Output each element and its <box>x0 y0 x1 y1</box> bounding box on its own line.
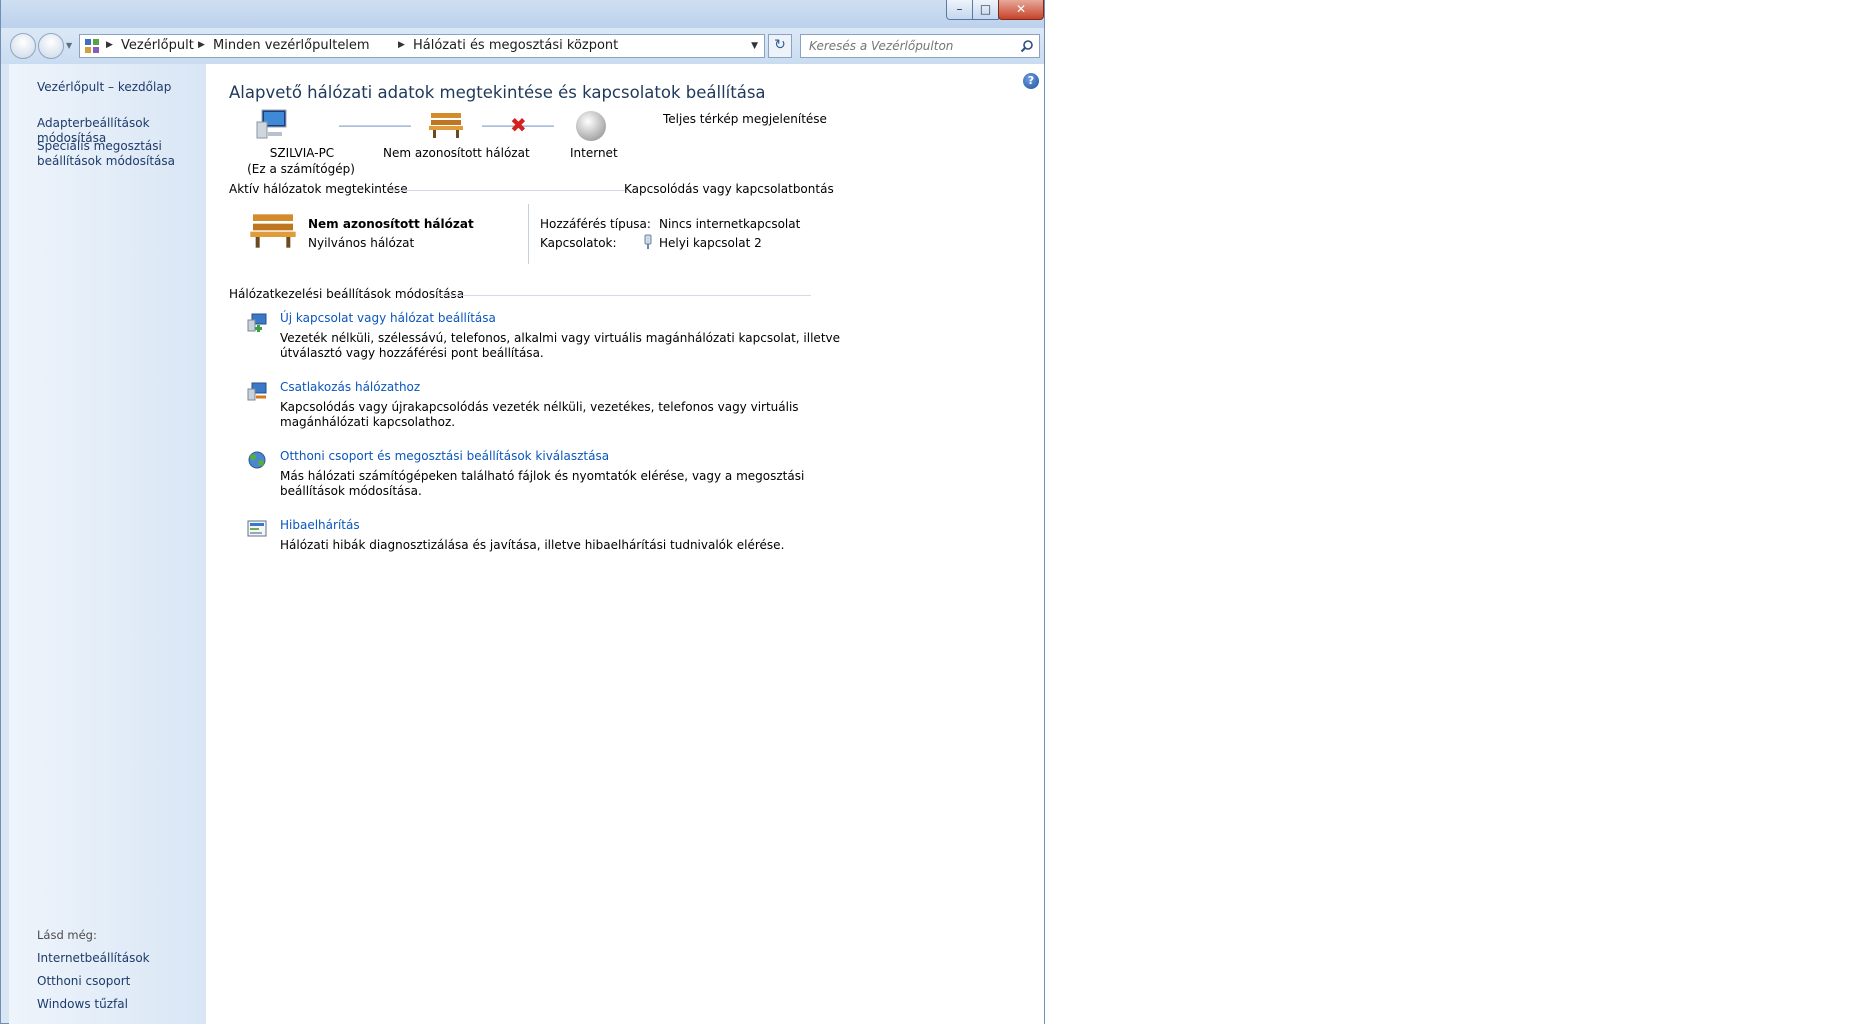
bench-icon <box>429 113 463 138</box>
breadcrumb-all-items[interactable]: Minden vezérlőpultelem <box>213 38 370 53</box>
breadcrumb-network-center[interactable]: Hálózati és megosztási központ <box>413 38 618 53</box>
sidebar-link-internet-options[interactable]: Internetbeállítások <box>37 951 150 966</box>
active-network-type[interactable]: Nyilvános hálózat <box>308 236 414 250</box>
internet-globe-icon <box>576 111 606 141</box>
computer-icon <box>256 109 287 139</box>
change-settings-header: Hálózatkezelési beállítások módosítása <box>229 287 465 301</box>
computer-sub: (Ez a számítógép) <box>247 162 355 176</box>
title-bar[interactable]: – □ ✕ <box>1 0 1044 28</box>
task-troubleshoot-link[interactable]: Hibaelhárítás <box>280 518 360 532</box>
troubleshoot-icon <box>247 520 267 537</box>
breadcrumb-separator-icon[interactable]: ▶ <box>198 40 205 50</box>
section-divider <box>438 295 811 296</box>
active-network-name: Nem azonosított hálózat <box>308 217 474 231</box>
sidebar-link-home[interactable]: Vezérlőpult – kezdőlap <box>37 80 171 95</box>
refresh-icon: ↻ <box>774 37 786 53</box>
main-content: ? Alapvető hálózati adatok megtekintése … <box>206 64 1044 1024</box>
close-button[interactable]: ✕ <box>998 0 1044 20</box>
back-button[interactable] <box>10 33 36 59</box>
help-button[interactable]: ? <box>1023 73 1039 89</box>
computer-name: SZILVIA-PC <box>269 146 335 160</box>
search-box[interactable] <box>800 34 1040 58</box>
ethernet-icon <box>644 234 652 249</box>
control-panel-icon <box>85 39 99 53</box>
help-icon: ? <box>1027 74 1035 87</box>
homegroup-icon <box>248 451 266 469</box>
connections-label: Kapcsolatok: <box>540 236 617 250</box>
sidebar-link-homegroup[interactable]: Otthoni csoport <box>37 974 130 989</box>
map-connection-line <box>339 125 411 127</box>
see-also-label: Lásd még: <box>37 928 97 942</box>
access-type-value: Nincs internetkapcsolat <box>659 217 801 231</box>
recent-pages-dropdown-icon[interactable]: ▼ <box>66 41 72 50</box>
refresh-button[interactable]: ↻ <box>768 34 792 58</box>
map-network-name: Nem azonosított hálózat <box>383 146 530 160</box>
task-connect-network-desc: Kapcsolódás vagy újrakapcsolódás vezeték… <box>280 400 799 429</box>
breadcrumb-separator-icon[interactable]: ▶ <box>398 40 405 50</box>
page-title: Alapvető hálózati adatok megtekintése és… <box>229 83 766 102</box>
task-homegroup-desc: Más hálózati számítógépeken található fá… <box>280 469 805 498</box>
new-connection-icon <box>247 313 267 332</box>
maximize-icon: □ <box>979 2 992 16</box>
forward-button[interactable] <box>38 33 64 59</box>
address-dropdown-icon[interactable]: ▼ <box>751 41 758 51</box>
close-icon: ✕ <box>1015 2 1027 16</box>
sidebar: Vezérlőpult – kezdőlap Adapterbeállításo… <box>9 64 206 1024</box>
active-networks-header: Aktív hálózatok megtekintése <box>229 182 408 196</box>
connect-disconnect-link[interactable]: Kapcsolódás vagy kapcsolatbontás <box>624 182 834 196</box>
navigation-bar: ▼ ▶ Vezérlőpult ▶ Minden vezérlőpultelem… <box>1 28 1044 64</box>
task-troubleshoot-desc: Hálózati hibák diagnosztizálása és javít… <box>280 538 785 552</box>
sidebar-link-advanced-sharing[interactable]: Speciális megosztási beállítások módosít… <box>37 139 202 169</box>
map-internet-label: Internet <box>570 146 618 160</box>
maximize-button[interactable]: □ <box>972 0 999 20</box>
task-new-connection-link[interactable]: Új kapcsolat vagy hálózat beállítása <box>280 311 496 325</box>
connect-network-icon <box>247 382 267 401</box>
vertical-divider <box>528 204 529 264</box>
network-bench-icon <box>250 214 296 248</box>
search-icon[interactable] <box>1020 39 1034 53</box>
explorer-window: – □ ✕ ▼ ▶ Vezérlőpult ▶ Minden vezérlőpu… <box>0 0 1045 1024</box>
access-type-label: Hozzáférés típusa: <box>540 217 651 231</box>
sidebar-link-firewall[interactable]: Windows tűzfal <box>37 997 128 1012</box>
full-map-link[interactable]: Teljes térkép megjelenítése <box>663 112 827 126</box>
minimize-icon: – <box>956 2 963 16</box>
task-connect-network-link[interactable]: Csatlakozás hálózathoz <box>280 380 420 394</box>
section-divider <box>390 190 627 191</box>
breadcrumb-separator-icon[interactable]: ▶ <box>106 40 113 50</box>
connection-link[interactable]: Helyi kapcsolat 2 <box>659 236 762 250</box>
task-homegroup-link[interactable]: Otthoni csoport és megosztási beállításo… <box>280 449 609 463</box>
breadcrumb-control-panel[interactable]: Vezérlőpult <box>121 38 194 53</box>
address-bar[interactable]: ▶ Vezérlőpult ▶ Minden vezérlőpultelem ▶… <box>79 34 765 58</box>
search-input[interactable] <box>801 35 1011 57</box>
task-new-connection-desc: Vezeték nélküli, szélessávú, telefonos, … <box>280 331 841 360</box>
no-connection-x-icon: ✖ <box>510 113 527 137</box>
minimize-button[interactable]: – <box>946 0 973 20</box>
